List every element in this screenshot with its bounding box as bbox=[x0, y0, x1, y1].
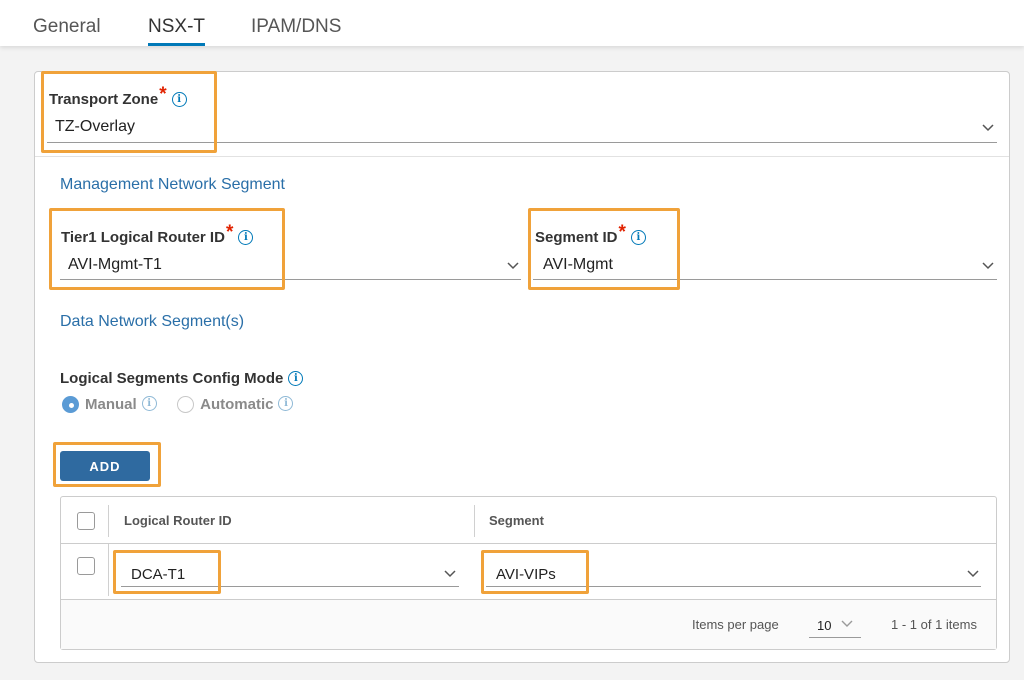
column-separator bbox=[474, 505, 475, 537]
mgmt-section-title: Management Network Segment bbox=[60, 176, 285, 193]
column-separator bbox=[108, 544, 109, 596]
radio-option-automatic[interactable]: Automatic i bbox=[177, 396, 294, 414]
tab-nsx-t[interactable]: NSX-T bbox=[148, 16, 205, 46]
row-checkbox[interactable] bbox=[77, 557, 95, 575]
highlight-box bbox=[481, 550, 589, 594]
highlight-box bbox=[49, 208, 285, 290]
column-separator bbox=[108, 505, 109, 537]
config-mode-label: Logical Segments Config Mode i bbox=[60, 370, 304, 387]
segments-datagrid: Logical Router ID Segment DCA-T1 AVI-VIP… bbox=[60, 496, 997, 650]
nsx-t-settings-card: Transport Zone* i TZ-Overlay Management N… bbox=[34, 71, 1010, 663]
table-row: DCA-T1 AVI-VIPs bbox=[61, 544, 996, 600]
pagination-range: 1 - 1 of 1 items bbox=[891, 617, 977, 632]
radio-button-unchecked[interactable] bbox=[177, 396, 195, 414]
items-per-page-label: Items per page bbox=[692, 617, 779, 632]
select-all-checkbox[interactable] bbox=[77, 512, 95, 530]
highlight-box bbox=[528, 208, 680, 290]
chevron-down-icon bbox=[841, 620, 853, 630]
chevron-down-icon[interactable] bbox=[982, 262, 994, 272]
page-size-select[interactable]: 10 bbox=[809, 612, 861, 640]
highlight-box bbox=[113, 550, 221, 594]
radio-option-manual[interactable]: Manual i bbox=[62, 396, 161, 414]
info-icon[interactable]: i bbox=[141, 396, 157, 412]
data-section-title: Data Network Segment(s) bbox=[60, 313, 245, 330]
section-divider bbox=[35, 156, 1009, 157]
column-header-segment[interactable]: Segment bbox=[489, 513, 544, 528]
chevron-down-icon[interactable] bbox=[967, 570, 979, 580]
highlight-box bbox=[41, 71, 217, 153]
config-mode-radio-group: Manual i Automatic i bbox=[62, 396, 294, 414]
page-size-underline bbox=[809, 637, 861, 638]
info-icon[interactable]: i bbox=[288, 370, 304, 386]
column-header-logical-router-id[interactable]: Logical Router ID bbox=[124, 513, 232, 528]
chevron-down-icon[interactable] bbox=[507, 262, 519, 272]
radio-label-automatic: Automatic bbox=[200, 396, 274, 414]
chevron-down-icon[interactable] bbox=[444, 570, 456, 580]
radio-label-manual: Manual bbox=[85, 396, 137, 414]
datagrid-footer: Items per page 10 1 - 1 of 1 items bbox=[61, 599, 996, 649]
config-mode-label-text: Logical Segments Config Mode bbox=[60, 370, 284, 387]
highlight-box bbox=[53, 442, 161, 487]
tab-ipam-dns[interactable]: IPAM/DNS bbox=[251, 16, 341, 46]
tab-bar: General NSX-T IPAM/DNS bbox=[0, 0, 1024, 46]
tab-general[interactable]: General bbox=[33, 16, 101, 46]
page-size-value: 10 bbox=[817, 618, 832, 633]
info-icon[interactable]: i bbox=[278, 396, 294, 412]
chevron-down-icon[interactable] bbox=[982, 124, 994, 134]
radio-button-checked[interactable] bbox=[62, 396, 79, 414]
